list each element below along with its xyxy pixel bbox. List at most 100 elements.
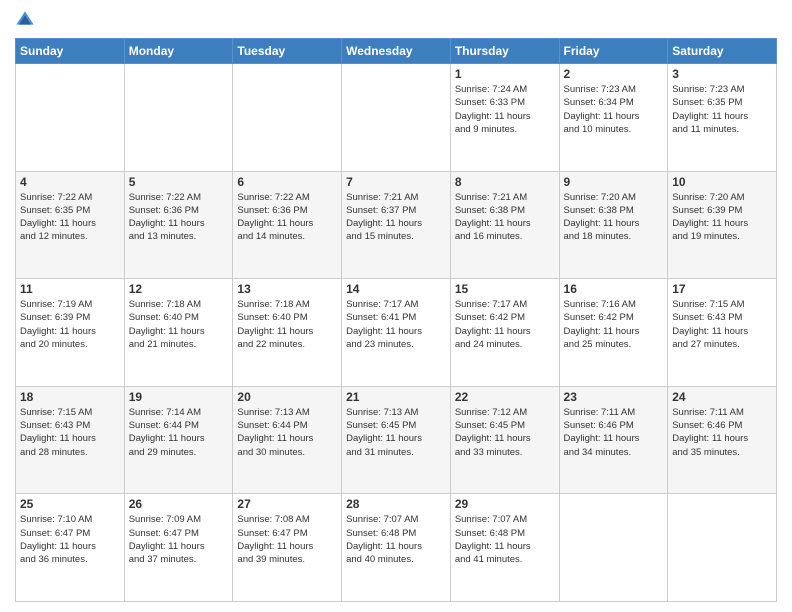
weekday-header-friday: Friday	[559, 39, 668, 64]
calendar-cell	[559, 494, 668, 602]
day-number: 3	[672, 67, 772, 81]
day-number: 20	[237, 390, 337, 404]
calendar-cell: 25 Sunrise: 7:10 AMSunset: 6:47 PMDayligh…	[16, 494, 125, 602]
day-number: 4	[20, 175, 120, 189]
day-info: Sunrise: 7:23 AMSunset: 6:34 PMDaylight:…	[564, 83, 664, 136]
day-info: Sunrise: 7:13 AMSunset: 6:44 PMDaylight:…	[237, 406, 337, 459]
calendar-cell: 18 Sunrise: 7:15 AMSunset: 6:43 PMDayligh…	[16, 386, 125, 494]
calendar-cell: 24 Sunrise: 7:11 AMSunset: 6:46 PMDayligh…	[668, 386, 777, 494]
calendar-cell: 1 Sunrise: 7:24 AMSunset: 6:33 PMDaylight…	[450, 64, 559, 172]
week-row-2: 4 Sunrise: 7:22 AMSunset: 6:35 PMDaylight…	[16, 171, 777, 279]
day-info: Sunrise: 7:11 AMSunset: 6:46 PMDaylight:…	[672, 406, 772, 459]
calendar-cell: 4 Sunrise: 7:22 AMSunset: 6:35 PMDaylight…	[16, 171, 125, 279]
calendar-cell: 29 Sunrise: 7:07 AMSunset: 6:48 PMDayligh…	[450, 494, 559, 602]
day-info: Sunrise: 7:12 AMSunset: 6:45 PMDaylight:…	[455, 406, 555, 459]
day-info: Sunrise: 7:08 AMSunset: 6:47 PMDaylight:…	[237, 513, 337, 566]
day-info: Sunrise: 7:21 AMSunset: 6:38 PMDaylight:…	[455, 191, 555, 244]
calendar-cell: 12Sunrise: 7:18 AMSunset: 6:40 PMDayligh…	[124, 279, 233, 387]
day-number: 5	[129, 175, 229, 189]
calendar-cell	[124, 64, 233, 172]
day-number: 17	[672, 282, 772, 296]
calendar-cell: 7 Sunrise: 7:21 AMSunset: 6:37 PMDaylight…	[342, 171, 451, 279]
day-number: 16	[564, 282, 664, 296]
day-number: 13	[237, 282, 337, 296]
day-number: 7	[346, 175, 446, 189]
day-info: Sunrise: 7:21 AMSunset: 6:37 PMDaylight:…	[346, 191, 446, 244]
weekday-header-thursday: Thursday	[450, 39, 559, 64]
calendar-cell	[233, 64, 342, 172]
day-number: 18	[20, 390, 120, 404]
calendar-cell: 5 Sunrise: 7:22 AMSunset: 6:36 PMDaylight…	[124, 171, 233, 279]
day-info: Sunrise: 7:22 AMSunset: 6:36 PMDaylight:…	[129, 191, 229, 244]
weekday-header-sunday: Sunday	[16, 39, 125, 64]
day-info: Sunrise: 7:16 AMSunset: 6:42 PMDaylight:…	[564, 298, 664, 351]
calendar-cell: 13Sunrise: 7:18 AMSunset: 6:40 PMDayligh…	[233, 279, 342, 387]
day-number: 28	[346, 497, 446, 511]
logo	[15, 10, 39, 30]
calendar-cell	[668, 494, 777, 602]
calendar-cell: 3Sunrise: 7:23 AMSunset: 6:35 PMDaylight…	[668, 64, 777, 172]
day-number: 2	[564, 67, 664, 81]
day-info: Sunrise: 7:15 AMSunset: 6:43 PMDaylight:…	[672, 298, 772, 351]
day-number: 21	[346, 390, 446, 404]
calendar-cell: 16 Sunrise: 7:16 AMSunset: 6:42 PMDayligh…	[559, 279, 668, 387]
day-info: Sunrise: 7:15 AMSunset: 6:43 PMDaylight:…	[20, 406, 120, 459]
weekday-header-row: SundayMondayTuesdayWednesdayThursdayFrid…	[16, 39, 777, 64]
day-number: 23	[564, 390, 664, 404]
calendar-cell: 17 Sunrise: 7:15 AMSunset: 6:43 PMDayligh…	[668, 279, 777, 387]
day-number: 22	[455, 390, 555, 404]
weekday-header-wednesday: Wednesday	[342, 39, 451, 64]
logo-icon	[15, 10, 35, 30]
calendar-cell: 28Sunrise: 7:07 AMSunset: 6:48 PMDayligh…	[342, 494, 451, 602]
day-info: Sunrise: 7:22 AMSunset: 6:36 PMDaylight:…	[237, 191, 337, 244]
day-number: 27	[237, 497, 337, 511]
calendar-cell: 6 Sunrise: 7:22 AMSunset: 6:36 PMDaylight…	[233, 171, 342, 279]
week-row-4: 18 Sunrise: 7:15 AMSunset: 6:43 PMDayligh…	[16, 386, 777, 494]
calendar-cell: 27 Sunrise: 7:08 AMSunset: 6:47 PMDayligh…	[233, 494, 342, 602]
day-number: 6	[237, 175, 337, 189]
day-info: Sunrise: 7:17 AMSunset: 6:41 PMDaylight:…	[346, 298, 446, 351]
day-number: 26	[129, 497, 229, 511]
day-info: Sunrise: 7:07 AMSunset: 6:48 PMDaylight:…	[455, 513, 555, 566]
day-number: 10	[672, 175, 772, 189]
day-number: 15	[455, 282, 555, 296]
day-info: Sunrise: 7:09 AMSunset: 6:47 PMDaylight:…	[129, 513, 229, 566]
day-number: 25	[20, 497, 120, 511]
day-number: 24	[672, 390, 772, 404]
calendar-cell	[16, 64, 125, 172]
weekday-header-monday: Monday	[124, 39, 233, 64]
calendar-cell: 19Sunrise: 7:14 AMSunset: 6:44 PMDayligh…	[124, 386, 233, 494]
calendar-cell: 21Sunrise: 7:13 AMSunset: 6:45 PMDayligh…	[342, 386, 451, 494]
week-row-1: 1 Sunrise: 7:24 AMSunset: 6:33 PMDaylight…	[16, 64, 777, 172]
weekday-header-tuesday: Tuesday	[233, 39, 342, 64]
weekday-header-saturday: Saturday	[668, 39, 777, 64]
day-info: Sunrise: 7:10 AMSunset: 6:47 PMDaylight:…	[20, 513, 120, 566]
calendar-cell: 2 Sunrise: 7:23 AMSunset: 6:34 PMDaylight…	[559, 64, 668, 172]
calendar-cell: 11 Sunrise: 7:19 AMSunset: 6:39 PMDayligh…	[16, 279, 125, 387]
day-info: Sunrise: 7:24 AMSunset: 6:33 PMDaylight:…	[455, 83, 555, 136]
header	[15, 10, 777, 30]
day-info: Sunrise: 7:22 AMSunset: 6:35 PMDaylight:…	[20, 191, 120, 244]
calendar-cell: 10 Sunrise: 7:20 AMSunset: 6:39 PMDayligh…	[668, 171, 777, 279]
day-number: 29	[455, 497, 555, 511]
day-info: Sunrise: 7:20 AMSunset: 6:39 PMDaylight:…	[672, 191, 772, 244]
calendar-table: SundayMondayTuesdayWednesdayThursdayFrid…	[15, 38, 777, 602]
day-info: Sunrise: 7:11 AMSunset: 6:46 PMDaylight:…	[564, 406, 664, 459]
day-number: 11	[20, 282, 120, 296]
day-number: 12	[129, 282, 229, 296]
calendar-cell: 20 Sunrise: 7:13 AMSunset: 6:44 PMDayligh…	[233, 386, 342, 494]
day-number: 14	[346, 282, 446, 296]
page: SundayMondayTuesdayWednesdayThursdayFrid…	[0, 0, 792, 612]
day-info: Sunrise: 7:14 AMSunset: 6:44 PMDaylight:…	[129, 406, 229, 459]
calendar-cell: 22 Sunrise: 7:12 AMSunset: 6:45 PMDayligh…	[450, 386, 559, 494]
calendar-cell: 8Sunrise: 7:21 AMSunset: 6:38 PMDaylight…	[450, 171, 559, 279]
day-info: Sunrise: 7:19 AMSunset: 6:39 PMDaylight:…	[20, 298, 120, 351]
day-info: Sunrise: 7:17 AMSunset: 6:42 PMDaylight:…	[455, 298, 555, 351]
day-number: 1	[455, 67, 555, 81]
calendar-cell: 9Sunrise: 7:20 AMSunset: 6:38 PMDaylight…	[559, 171, 668, 279]
calendar-cell: 26 Sunrise: 7:09 AMSunset: 6:47 PMDayligh…	[124, 494, 233, 602]
week-row-5: 25 Sunrise: 7:10 AMSunset: 6:47 PMDayligh…	[16, 494, 777, 602]
week-row-3: 11 Sunrise: 7:19 AMSunset: 6:39 PMDayligh…	[16, 279, 777, 387]
calendar-cell: 23 Sunrise: 7:11 AMSunset: 6:46 PMDayligh…	[559, 386, 668, 494]
calendar-cell: 15 Sunrise: 7:17 AMSunset: 6:42 PMDayligh…	[450, 279, 559, 387]
